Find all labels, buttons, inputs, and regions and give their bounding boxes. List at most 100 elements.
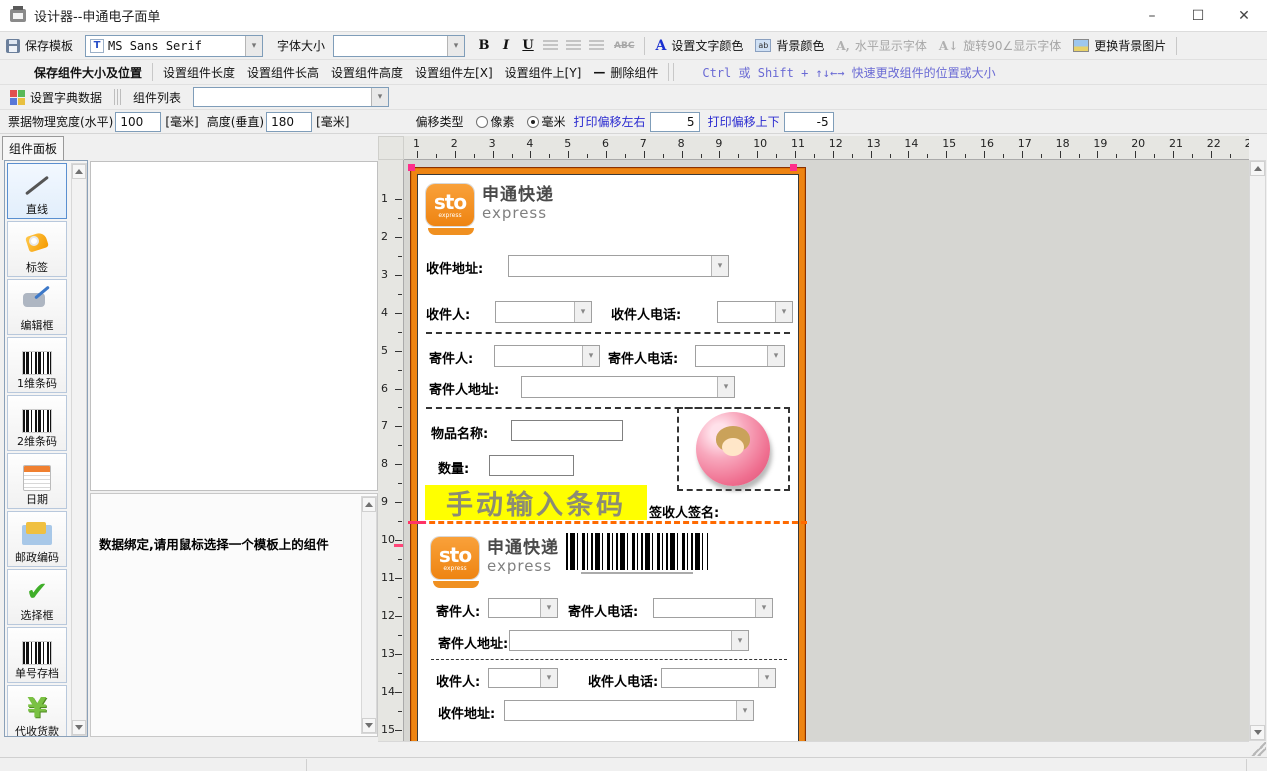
quantity-label[interactable]: 数量: (438, 458, 469, 477)
item-name-input[interactable] (511, 420, 623, 441)
recv-addr-label[interactable]: 收件地址: (426, 258, 483, 277)
set-component-length-height-button[interactable]: 设置组件长高 (241, 62, 325, 83)
mm-radio[interactable]: 毫米 (527, 113, 566, 130)
chevron-down-icon[interactable]: ▾ (717, 377, 734, 397)
send-name-label[interactable]: 寄件人: (436, 601, 480, 620)
sto-logo[interactable]: sto express 申通快递 express (426, 184, 554, 226)
send-addr-label[interactable]: 寄件人地址: (438, 633, 508, 652)
chevron-down-icon[interactable]: ▾ (767, 346, 784, 366)
font-family-select[interactable]: T MS Sans Serif ▾ (85, 35, 263, 57)
underline-button[interactable]: U (517, 36, 539, 56)
item-name-label[interactable]: 物品名称: (431, 423, 488, 442)
save-component-size-button[interactable]: 保存组件大小及位置 (28, 62, 148, 83)
recv-name-label[interactable]: 收件人: (436, 671, 480, 690)
sidebar-item-8[interactable]: ✔选择框 (7, 569, 67, 625)
tab-component-panel[interactable]: 组件面板 (2, 136, 64, 160)
mascot-image[interactable] (696, 412, 770, 486)
bold-button[interactable]: B (473, 36, 495, 56)
chevron-down-icon[interactable]: ▾ (731, 631, 748, 650)
sidebar-item-2[interactable]: 标签 (7, 221, 67, 277)
chevron-down-icon[interactable]: ▾ (245, 36, 262, 56)
sidebar-item-7[interactable]: 邮政编码 (7, 511, 67, 567)
save-template-button[interactable]: 保存模板 (0, 35, 79, 56)
send-phone-select[interactable]: ▾ (653, 598, 773, 618)
horizontal-font-button[interactable]: A, 水平显示字体 (830, 35, 933, 56)
selection-handle[interactable] (408, 164, 415, 171)
recv-name-select[interactable]: ▾ (488, 668, 558, 688)
paper-height-input[interactable]: 180 (266, 112, 312, 132)
chevron-down-icon[interactable]: ▾ (758, 669, 775, 687)
resize-grip[interactable] (1250, 742, 1266, 756)
chevron-down-icon[interactable]: ▾ (371, 88, 388, 106)
scroll-up-button[interactable] (362, 497, 376, 512)
send-phone-label[interactable]: 寄件人电话: (568, 601, 638, 620)
manual-barcode-component[interactable]: 手动输入条码 (425, 485, 647, 520)
canvas-horizontal-scrollbar[interactable] (378, 741, 1249, 756)
send-addr-select[interactable]: ▾ (509, 630, 749, 651)
component-list-box[interactable] (90, 161, 378, 491)
send-name-select[interactable]: ▾ (488, 598, 558, 618)
recv-phone-label[interactable]: 收件人电话: (611, 304, 681, 323)
scroll-down-button[interactable] (1250, 725, 1265, 740)
maximize-button[interactable]: ☐ (1175, 0, 1221, 32)
chevron-down-icon[interactable]: ▾ (736, 701, 753, 720)
selection-handle[interactable] (790, 164, 797, 171)
recv-name-label[interactable]: 收件人: (426, 304, 470, 323)
chevron-down-icon[interactable]: ▾ (711, 256, 728, 276)
component-list-select[interactable]: ▾ (193, 87, 389, 107)
send-addr-label[interactable]: 寄件人地址: (429, 379, 499, 398)
paper-width-input[interactable]: 100 (115, 112, 161, 132)
background-color-button[interactable]: ab 背景颜色 (749, 35, 830, 56)
sto-logo[interactable]: sto express 申通快递 express (431, 537, 559, 579)
chevron-down-icon[interactable]: ▾ (755, 599, 772, 617)
send-addr-select[interactable]: ▾ (521, 376, 735, 398)
scroll-up-button[interactable] (72, 164, 86, 179)
scroll-down-button[interactable] (362, 718, 376, 733)
send-phone-label[interactable]: 寄件人电话: (608, 348, 678, 367)
set-component-height-button[interactable]: 设置组件高度 (325, 62, 409, 83)
print-offset-lr-input[interactable]: 5 (650, 112, 700, 132)
quantity-input[interactable] (489, 455, 574, 476)
delete-component-button[interactable]: — 删除组件 (587, 62, 664, 83)
recv-phone-select[interactable]: ▾ (717, 301, 793, 323)
print-offset-tb-input[interactable]: -5 (784, 112, 834, 132)
chevron-down-icon[interactable]: ▾ (574, 302, 591, 322)
sidebar-item-4[interactable]: 1维条码 (7, 337, 67, 393)
design-canvas[interactable]: sto express 申通快递 express 收件地址: ▾ 收件人: ▾ … (404, 160, 1249, 741)
chevron-down-icon[interactable]: ▾ (540, 599, 557, 617)
recv-addr-select[interactable]: ▾ (504, 700, 754, 721)
font-size-select[interactable]: ▾ (333, 35, 465, 57)
set-component-left-button[interactable]: 设置组件左[X] (409, 62, 499, 83)
barcode-image[interactable] (566, 533, 708, 570)
chevron-down-icon[interactable]: ▾ (540, 669, 557, 687)
set-component-top-button[interactable]: 设置组件上[Y] (499, 62, 588, 83)
component-panel-scrollbar[interactable] (71, 163, 87, 736)
sidebar-item-9[interactable]: 单号存档 (7, 627, 67, 683)
pixel-radio[interactable]: 像素 (476, 113, 515, 130)
binding-panel-scrollbar[interactable] (361, 496, 377, 734)
minimize-button[interactable]: – (1129, 0, 1175, 32)
strikethrough-button[interactable]: ABC (608, 41, 640, 51)
scroll-up-button[interactable] (1250, 161, 1265, 176)
scroll-down-button[interactable] (72, 720, 86, 735)
signature-label[interactable]: 签收人签名: (649, 502, 719, 521)
rotate-font-button[interactable]: A↓ 旋转90∠显示字体 (933, 35, 1067, 56)
recv-addr-label[interactable]: 收件地址: (438, 703, 495, 722)
sidebar-item-10[interactable]: ¥代收货款 (7, 685, 67, 736)
waybill-template[interactable]: sto express 申通快递 express 收件地址: ▾ 收件人: ▾ … (410, 167, 806, 741)
chevron-down-icon[interactable]: ▾ (775, 302, 792, 322)
set-component-length-button[interactable]: 设置组件长度 (157, 62, 241, 83)
chevron-down-icon[interactable]: ▾ (447, 36, 464, 56)
italic-button[interactable]: I (495, 36, 517, 56)
chevron-down-icon[interactable]: ▾ (582, 346, 599, 366)
send-name-label[interactable]: 寄件人: (429, 348, 473, 367)
send-phone-select[interactable]: ▾ (695, 345, 785, 367)
sidebar-item-1[interactable]: 直线 (7, 163, 67, 219)
sidebar-item-6[interactable]: 日期 (7, 453, 67, 509)
set-text-color-button[interactable]: A 设置文字颜色 (649, 35, 749, 56)
send-name-select[interactable]: ▾ (494, 345, 600, 367)
sidebar-item-3[interactable]: 编辑框 (7, 279, 67, 335)
set-dictionary-data-button[interactable]: 设置字典数据 (4, 87, 108, 108)
sidebar-item-5[interactable]: 2维条码 (7, 395, 67, 451)
recv-phone-label[interactable]: 收件人电话: (588, 671, 658, 690)
